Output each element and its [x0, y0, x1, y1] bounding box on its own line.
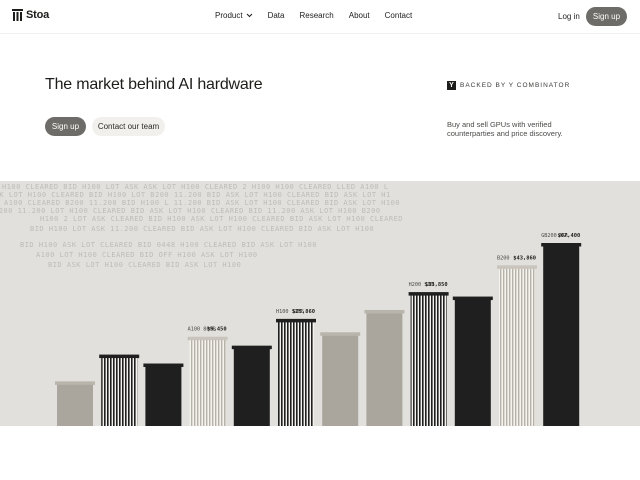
- price-bar: [499, 268, 535, 426]
- contact-team-button[interactable]: Contact our team: [92, 117, 165, 136]
- price-bar: [322, 335, 359, 426]
- yc-badge-text: BACKED BY Y COMBINATOR: [460, 82, 571, 89]
- bar-cap: [99, 354, 140, 359]
- price-bar: [233, 348, 270, 426]
- nav-item-product[interactable]: Product: [215, 11, 253, 20]
- nav-signup-button[interactable]: Sign up: [586, 7, 627, 26]
- stoa-logo-icon: [12, 9, 23, 21]
- bar-cap: [364, 309, 405, 314]
- price-bar: [278, 321, 314, 426]
- price-bar: [101, 357, 138, 426]
- bar-cap: [408, 292, 449, 296]
- top-nav: Stoa Product Data Research About Contact…: [0, 0, 640, 34]
- bar-cap: [276, 318, 316, 323]
- nav-item-label: Data: [267, 11, 285, 20]
- bar-cap: [497, 265, 537, 269]
- bar-cap: [231, 345, 272, 350]
- gpu-label: B200: [497, 255, 510, 261]
- bar-cap: [187, 336, 228, 341]
- price-bar: [189, 339, 226, 426]
- login-link[interactable]: Log in: [558, 12, 580, 21]
- price-label: $67,400: [557, 233, 580, 239]
- price-bar: [57, 384, 93, 426]
- chevron-down-icon: [246, 13, 252, 18]
- signup-button[interactable]: Sign up: [45, 117, 86, 136]
- bar-cap: [55, 381, 95, 385]
- bar-cap: [320, 332, 361, 336]
- nav-item-label: Contact: [384, 11, 413, 20]
- price-label: $43,860: [513, 255, 536, 261]
- price-bar: [410, 295, 447, 426]
- price-bar: [543, 246, 580, 426]
- price-label: $25,860: [292, 309, 315, 315]
- nav-item-label: Research: [299, 11, 334, 20]
- bar-cap: [541, 243, 582, 247]
- nav-item-research[interactable]: Research: [299, 11, 333, 20]
- bar-cap: [143, 363, 184, 368]
- hero-title: The market behind AI hardware: [45, 76, 263, 93]
- price-label: $9,450: [207, 327, 226, 333]
- bar-cap: [452, 296, 493, 301]
- logo[interactable]: Stoa: [12, 9, 49, 21]
- logo-text: Stoa: [26, 9, 50, 21]
- yc-badge: Y BACKED BY Y COMBINATOR: [447, 81, 570, 90]
- nav-item-label: About: [348, 11, 370, 20]
- nav-item-about[interactable]: About: [349, 11, 370, 20]
- gpu-price-chart: A100 80GB$9,450H100 SXM5$25,860H200 SXM$…: [55, 233, 582, 426]
- hero-tagline: Buy and sell GPUs with verified counterp…: [447, 120, 563, 138]
- price-bar: [145, 366, 182, 426]
- y-combinator-logo-icon: Y: [447, 81, 456, 90]
- price-bar: [366, 312, 403, 426]
- nav-item-data[interactable]: Data: [268, 11, 285, 20]
- price-label: $33,850: [425, 282, 448, 288]
- price-bar: [454, 299, 491, 426]
- nav-links: Product Data Research About Contact: [215, 11, 412, 20]
- nav-item-contact[interactable]: Contact: [385, 11, 413, 20]
- nav-item-label: Product: [215, 11, 243, 20]
